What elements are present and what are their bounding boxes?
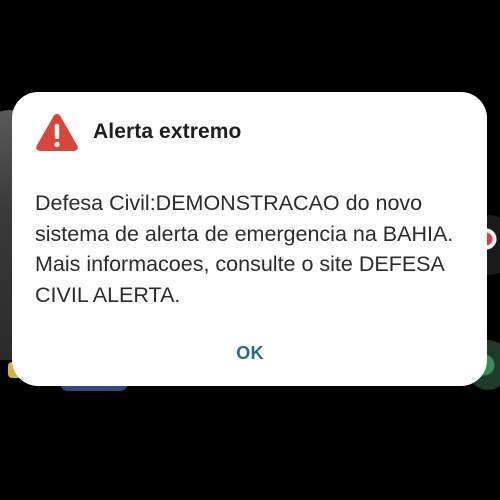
emergency-alert-dialog: Alerta extremo Defesa Civil:DEMONSTRACAO… [12, 92, 487, 386]
warning-triangle-icon [36, 114, 78, 151]
alert-message: Defesa Civil:DEMONSTRACAO do novo sistem… [35, 191, 454, 307]
ok-button[interactable]: OK [225, 338, 275, 368]
dialog-header: Alerta extremo [35, 112, 241, 152]
phone-screen: Alerta extremo Defesa Civil:DEMONSTRACAO… [0, 0, 500, 500]
alert-title: Alerta extremo [93, 120, 242, 143]
